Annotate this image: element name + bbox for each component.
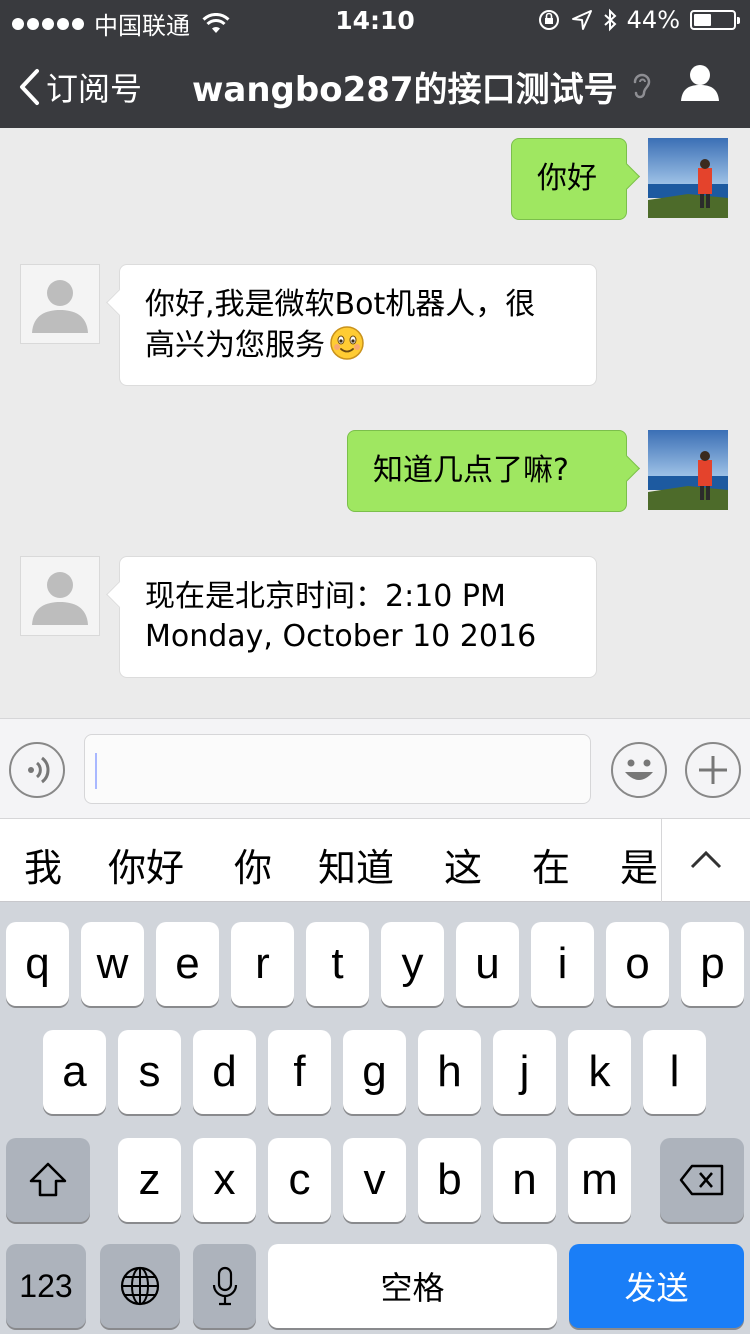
page-title: wangbo287的接口测试号 (192, 70, 618, 110)
candidate-word[interactable]: 我 (24, 837, 62, 892)
message-line: 高兴为您服务 (145, 328, 325, 363)
battery-icon (690, 10, 740, 30)
message-text: 你好 (537, 161, 597, 196)
key-x[interactable]: x (193, 1138, 256, 1222)
expand-candidates-button[interactable] (661, 819, 750, 902)
my-avatar[interactable] (648, 430, 728, 510)
numbers-key[interactable]: 123 (6, 1244, 86, 1328)
key-t[interactable]: t (306, 922, 369, 1006)
key-j[interactable]: j (493, 1030, 556, 1114)
default-avatar-icon (32, 280, 88, 333)
key-m[interactable]: m (568, 1138, 631, 1222)
more-button[interactable] (685, 742, 741, 798)
status-bar: 中国联通 14:10 44% (0, 0, 750, 40)
candidate-word[interactable]: 这 (444, 837, 482, 892)
location-icon (571, 10, 592, 30)
bluetooth-icon (603, 8, 617, 32)
message-line: Monday, October 10 2016 (145, 619, 537, 654)
send-key[interactable]: 发送 (569, 1244, 744, 1328)
delete-key[interactable] (660, 1138, 744, 1222)
message-text: 知道几点了嘛? (373, 453, 569, 488)
shift-icon (29, 1162, 67, 1197)
candidate-word[interactable]: 你 (234, 837, 272, 892)
candidate-word[interactable]: 是 (620, 837, 658, 892)
key-k[interactable]: k (568, 1030, 631, 1114)
text-caret (95, 753, 97, 789)
key-w[interactable]: w (81, 922, 144, 1006)
candidate-bar: 我 你好 你 知道 这 在 是 (0, 818, 750, 902)
my-message-bubble[interactable]: 知道几点了嘛? (347, 430, 627, 512)
key-z[interactable]: z (118, 1138, 181, 1222)
plus-icon (699, 756, 727, 784)
rotation-lock-icon (538, 10, 559, 30)
keyboard: q w e r t y u i o p a s d f g h j k l z … (0, 902, 750, 1334)
chevron-up-icon (690, 850, 722, 869)
bot-message-bubble[interactable]: 你好,我是微软Bot机器人，很 高兴为您服务 (119, 264, 597, 386)
microphone-icon (212, 1266, 237, 1306)
globe-key[interactable] (100, 1244, 180, 1328)
my-message-bubble[interactable]: 你好 (511, 138, 627, 220)
backspace-icon (679, 1164, 724, 1196)
input-bar (0, 718, 750, 818)
battery-percent: 44% (626, 6, 680, 34)
key-i[interactable]: i (531, 922, 594, 1006)
key-d[interactable]: d (193, 1030, 256, 1114)
emoji-button[interactable] (611, 742, 667, 798)
chevron-left-icon (20, 69, 39, 105)
key-s[interactable]: s (118, 1030, 181, 1114)
key-v[interactable]: v (343, 1138, 406, 1222)
key-q[interactable]: q (6, 922, 69, 1006)
smile-emoji-icon (330, 326, 364, 360)
dictation-key[interactable] (193, 1244, 256, 1328)
nav-bar: 订阅号 wangbo287的接口测试号 (0, 40, 750, 128)
candidate-word[interactable]: 在 (532, 837, 570, 892)
key-e[interactable]: e (156, 922, 219, 1006)
back-button[interactable]: 订阅号 (18, 64, 142, 110)
earpiece-mode-icon (633, 73, 651, 99)
key-o[interactable]: o (606, 922, 669, 1006)
key-y[interactable]: y (381, 922, 444, 1006)
my-avatar[interactable] (648, 138, 728, 218)
chat-area[interactable]: 你好 你好,我是微软Bot机器人，很 高兴为您服务 知道几点了嘛? 现在是北京时… (0, 128, 750, 718)
shift-key[interactable] (6, 1138, 90, 1222)
key-u[interactable]: u (456, 922, 519, 1006)
voice-icon (28, 756, 50, 784)
key-a[interactable]: a (43, 1030, 106, 1114)
key-c[interactable]: c (268, 1138, 331, 1222)
message-line: 你好,我是微软Bot机器人，很 (145, 287, 536, 322)
default-avatar-icon (32, 572, 88, 625)
key-b[interactable]: b (418, 1138, 481, 1222)
bot-message-bubble[interactable]: 现在是北京时间：2:10 PM Monday, October 10 2016 (119, 556, 597, 678)
back-label: 订阅号 (46, 70, 143, 108)
globe-icon (120, 1266, 160, 1306)
bot-avatar[interactable] (20, 556, 100, 636)
message-input[interactable] (84, 734, 591, 804)
space-key[interactable]: 空格 (268, 1244, 557, 1328)
key-h[interactable]: h (418, 1030, 481, 1114)
bot-avatar[interactable] (20, 264, 100, 344)
key-f[interactable]: f (268, 1030, 331, 1114)
smiley-icon (625, 759, 653, 780)
key-g[interactable]: g (343, 1030, 406, 1114)
key-l[interactable]: l (643, 1030, 706, 1114)
key-n[interactable]: n (493, 1138, 556, 1222)
candidate-word[interactable]: 你好 (108, 837, 184, 892)
key-r[interactable]: r (231, 922, 294, 1006)
top-bar: 中国联通 14:10 44% 订阅号 wangbo287的接口测试号 (0, 0, 750, 128)
message-line: 现在是北京时间：2:10 PM (145, 579, 506, 614)
voice-input-button[interactable] (9, 742, 65, 798)
candidate-word[interactable]: 知道 (318, 837, 394, 892)
profile-icon[interactable] (680, 64, 720, 102)
key-p[interactable]: p (681, 922, 744, 1006)
